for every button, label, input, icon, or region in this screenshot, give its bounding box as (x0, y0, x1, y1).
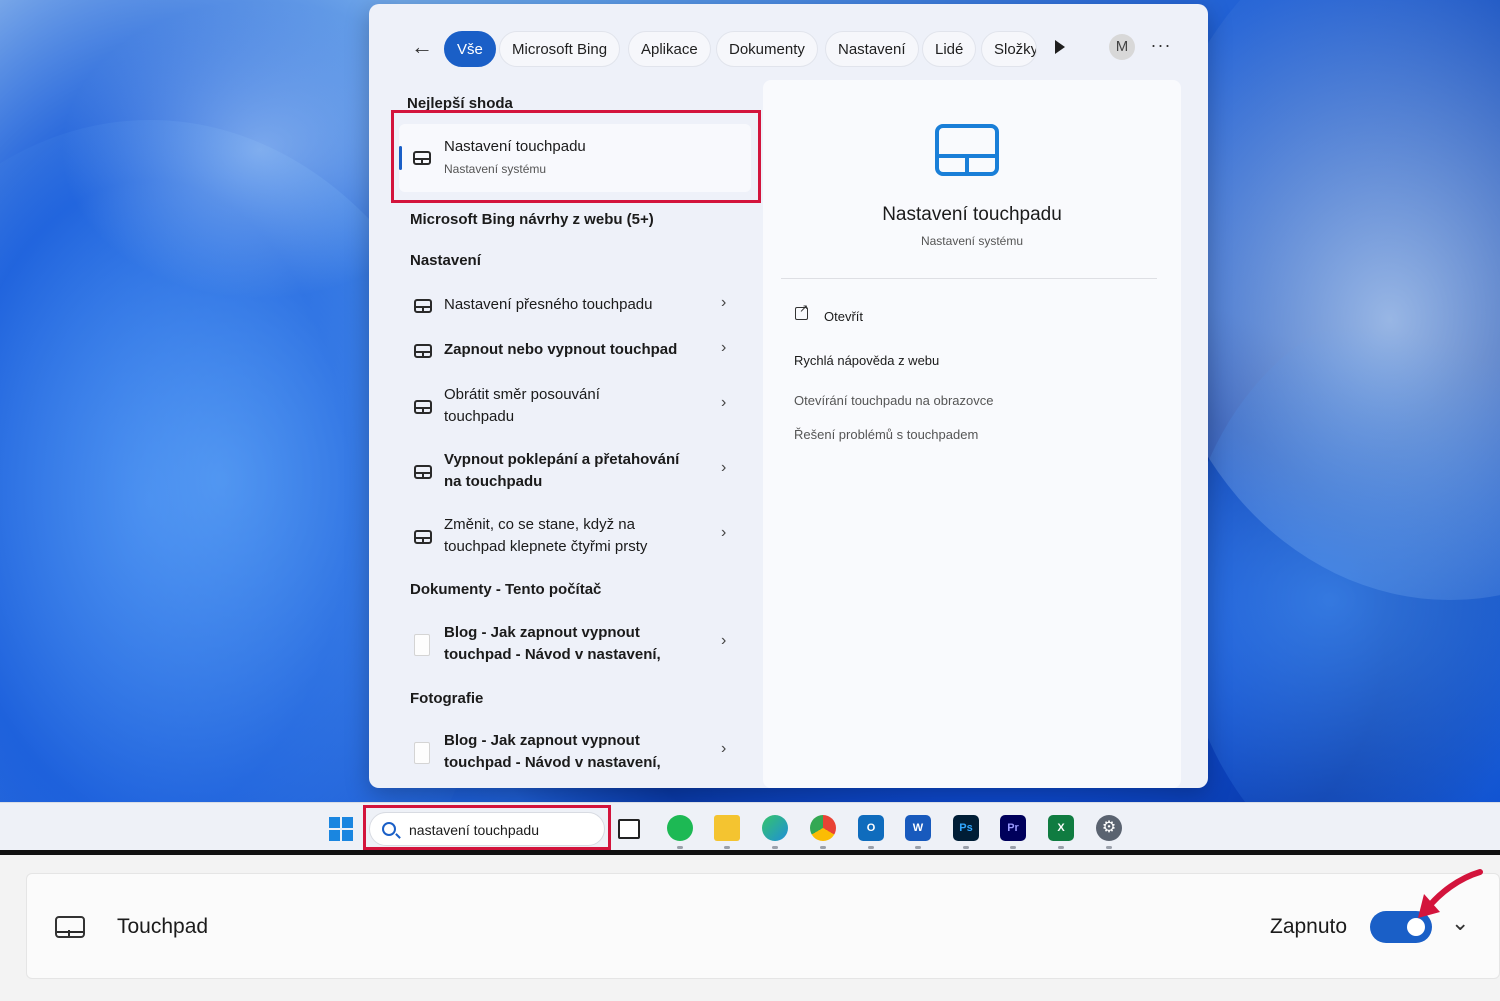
running-indicator (724, 846, 730, 849)
filter-chip-all[interactable]: Vše (444, 31, 496, 67)
document-thumbnail-icon (414, 634, 430, 656)
chevron-right-icon: › (721, 740, 727, 757)
more-options-icon[interactable]: ··· (1149, 32, 1173, 58)
file-explorer-icon[interactable] (714, 815, 740, 841)
list-item[interactable]: Blog - Jak zapnout vypnout touchpad - Ná… (391, 616, 751, 666)
windows-start-icon[interactable] (329, 817, 353, 841)
touchpad-label: Touchpad (117, 915, 209, 938)
running-indicator (1010, 846, 1016, 849)
filter-chip-folders[interactable]: Složky (981, 31, 1037, 67)
open-button[interactable]: Otevřít (824, 309, 863, 324)
word-icon[interactable]: W (905, 815, 931, 841)
touchpad-status: Zapnuto (1270, 915, 1348, 938)
touchpad-icon (414, 530, 432, 544)
filter-chip-documents[interactable]: Dokumenty (716, 31, 818, 67)
premiere-icon[interactable]: Pr (1000, 815, 1026, 841)
detail-pane: Nastavení touchpadu Nastavení systému Ot… (763, 80, 1181, 788)
photos-header: Fotografie (410, 690, 484, 707)
list-item[interactable]: Vypnout poklepání a přetahování na touch… (391, 443, 751, 493)
touchpad-icon (414, 400, 432, 414)
highlight-box (391, 110, 761, 203)
list-item[interactable]: Nastavení přesného touchpadu › (391, 284, 751, 324)
web-help-link[interactable]: Otevírání touchpadu na obrazovce (794, 393, 993, 408)
running-indicator (772, 846, 778, 849)
chevron-right-icon: › (721, 339, 727, 356)
chevron-right-icon: › (721, 524, 727, 541)
back-arrow-icon[interactable]: ← (409, 34, 435, 60)
running-indicator (1106, 846, 1112, 849)
photo-thumbnail-icon (414, 742, 430, 764)
open-external-icon[interactable] (795, 302, 808, 320)
outlook-icon[interactable]: O (858, 815, 884, 841)
filter-bar: ← Vše Microsoft Bing Aplikace Dokumenty … (369, 4, 1208, 88)
list-item-label: Zapnout nebo vypnout touchpad (444, 341, 678, 358)
detail-subtitle: Nastavení systému (920, 234, 1024, 248)
touchpad-icon (55, 916, 85, 938)
running-indicator (677, 846, 683, 849)
filter-chip-settings[interactable]: Nastavení (825, 31, 919, 67)
filter-chip-bing[interactable]: Microsoft Bing (499, 31, 621, 67)
play-icon[interactable] (1055, 40, 1065, 54)
documents-header: Dokumenty - Tento počítač (410, 581, 602, 598)
chevron-right-icon: › (721, 459, 727, 476)
divider (781, 278, 1157, 279)
chevron-right-icon: › (721, 294, 727, 311)
settings-gear-icon[interactable]: ⚙ (1096, 815, 1122, 841)
excel-icon[interactable]: X (1048, 815, 1074, 841)
web-help-link[interactable]: Řešení problémů s touchpadem (794, 427, 978, 442)
chrome-icon[interactable] (810, 815, 836, 841)
annotation-arrow-icon (1418, 869, 1483, 918)
filter-chip-apps[interactable]: Aplikace (628, 31, 711, 67)
photoshop-icon[interactable]: Ps (953, 815, 979, 841)
running-indicator (1058, 846, 1064, 849)
avatar[interactable]: M (1109, 34, 1135, 60)
list-item-label: Obrátit směr posouvání touchpadu (444, 386, 600, 425)
list-item[interactable]: Zapnout nebo vypnout touchpad › (391, 329, 751, 369)
bing-suggestions-header[interactable]: Microsoft Bing návrhy z webu (5+) (410, 211, 654, 228)
touchpad-large-icon (935, 124, 999, 176)
taskbar: nastavení touchpadu O W Ps Pr X ⚙ (0, 802, 1500, 850)
web-help-header: Rychlá nápověda z webu (794, 353, 940, 368)
list-item-label: Blog - Jak zapnout vypnout touchpad - Ná… (444, 732, 661, 771)
list-item[interactable]: Obrátit směr posouvání touchpadu › (391, 378, 751, 428)
detail-title: Nastavení touchpadu (882, 204, 1062, 225)
spotify-icon[interactable] (667, 815, 693, 841)
touchpad-icon (414, 344, 432, 358)
chevron-right-icon: › (721, 394, 727, 411)
filter-chip-people[interactable]: Lidé (922, 31, 977, 67)
running-indicator (915, 846, 921, 849)
settings-header: Nastavení (410, 252, 481, 269)
list-item-label: Nastavení přesného touchpadu (444, 296, 653, 313)
list-item-label: Změnit, co se stane, když na touchpad kl… (444, 516, 648, 555)
edge-icon[interactable] (762, 815, 788, 841)
list-item[interactable]: Změnit, co se stane, když na touchpad kl… (391, 508, 751, 558)
touchpad-setting-card: Touchpad Zapnuto ⌄ (26, 873, 1500, 979)
list-item[interactable]: Blog - Jak zapnout vypnout touchpad - Ná… (391, 724, 751, 774)
list-item-label: Blog - Jak zapnout vypnout touchpad - Ná… (444, 624, 661, 663)
task-view-icon[interactable] (618, 819, 640, 839)
chevron-right-icon: › (721, 632, 727, 649)
running-indicator (868, 846, 874, 849)
highlight-box (363, 805, 611, 850)
running-indicator (963, 846, 969, 849)
running-indicator (820, 846, 826, 849)
touchpad-icon (414, 465, 432, 479)
list-item-label: Vypnout poklepání a přetahování na touch… (444, 451, 680, 490)
touchpad-icon (414, 299, 432, 313)
